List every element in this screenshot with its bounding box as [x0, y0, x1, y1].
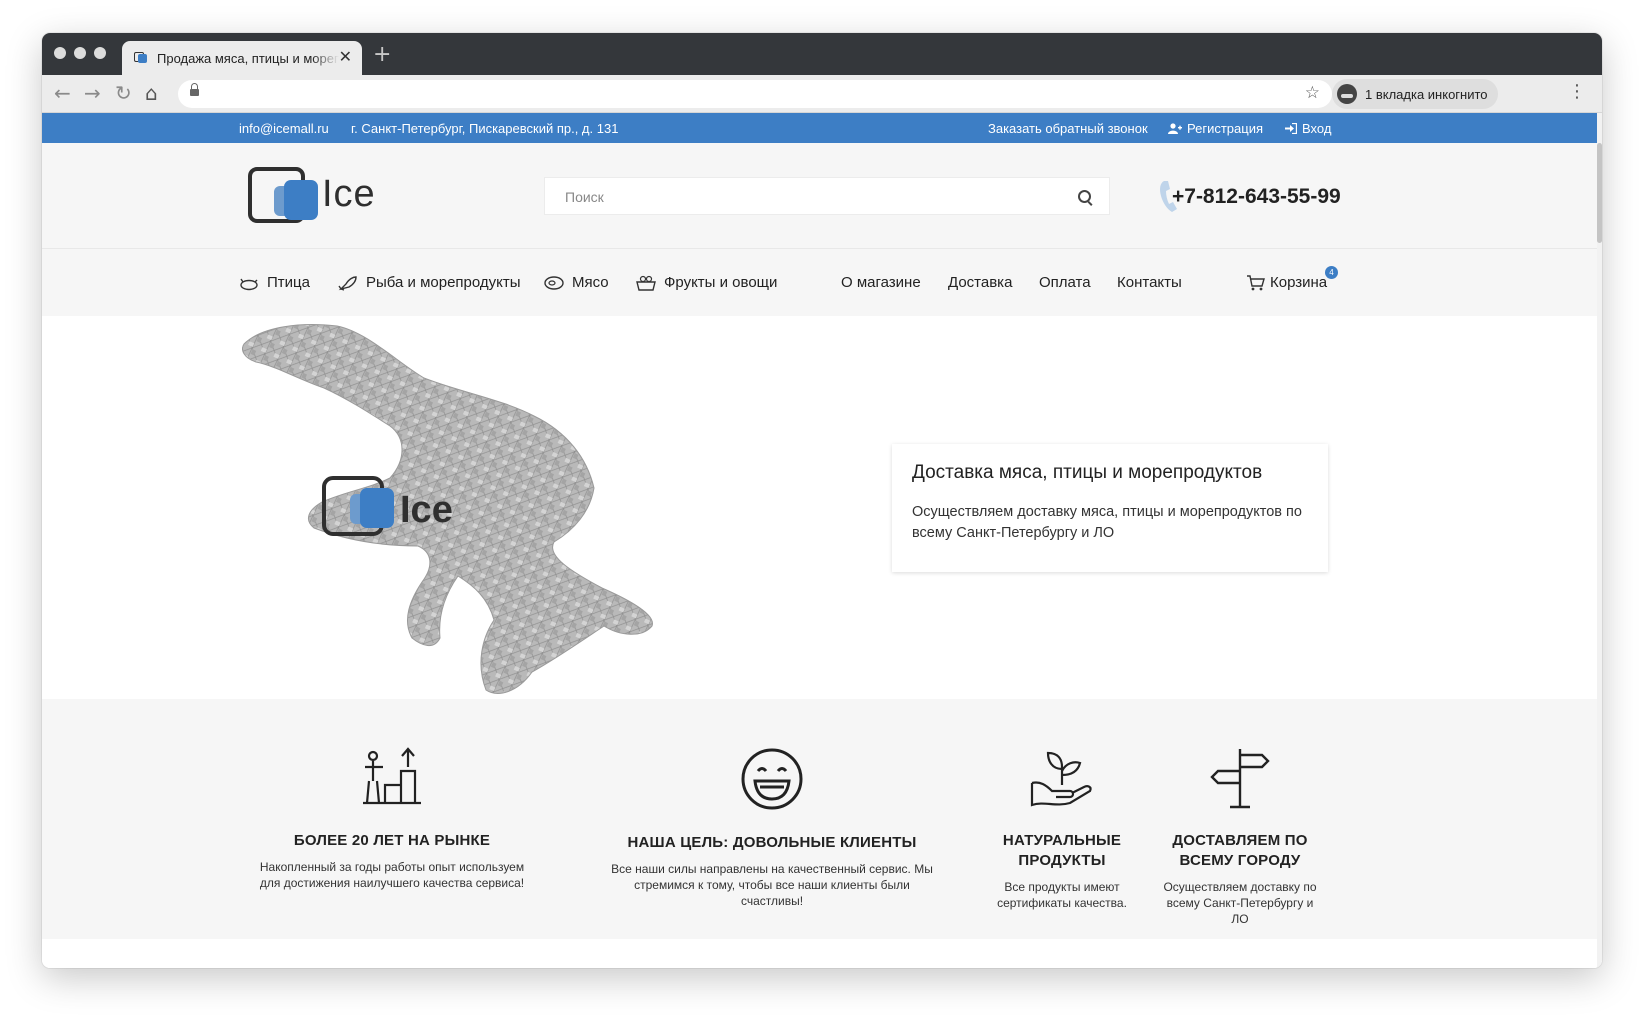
- incognito-indicator[interactable]: 1 вкладка инкогнито: [1332, 79, 1498, 109]
- fish-icon: [338, 275, 357, 291]
- callback-link[interactable]: Заказать обратный звонок: [988, 121, 1148, 136]
- hero-card-text: Осуществляем доставку мяса, птицы и море…: [912, 504, 1302, 541]
- user-plus-icon: [1168, 123, 1182, 134]
- nav-meat[interactable]: Мясо: [544, 274, 609, 291]
- feature-item: НАША ЦЕЛЬ: ДОВОЛЬНЫЕ КЛИЕНТЫ Все наши си…: [607, 747, 937, 909]
- minimize-window-button[interactable]: [74, 47, 86, 59]
- sign-in-icon: [1285, 122, 1298, 135]
- feature-text: Осуществляем доставку по всему Санкт-Пет…: [1163, 880, 1317, 926]
- address-text: г. Санкт-Петербург, Пискаревский пр., д.…: [351, 121, 619, 136]
- feature-text: Все наши силы направлены на качественный…: [611, 862, 933, 908]
- city-map-image: Ice: [242, 324, 653, 694]
- hero-section: Ice Доставка мяса, птицы и морепродуктов…: [42, 316, 1602, 699]
- login-link[interactable]: Вход: [1285, 121, 1331, 136]
- home-icon[interactable]: ⌂: [145, 81, 158, 105]
- scrollbar-thumb[interactable]: [1597, 143, 1602, 243]
- browser-titlebar: Продажа мяса, птицы и морепродуктов ✕ +: [42, 33, 1602, 75]
- login-label: Вход: [1302, 121, 1332, 136]
- growth-stairs-icon: [363, 747, 421, 805]
- nav-about[interactable]: О магазине: [841, 274, 921, 291]
- back-arrow-icon[interactable]: ←: [54, 81, 71, 105]
- search-box: [544, 177, 1110, 216]
- nav-poultry[interactable]: Птица: [239, 274, 310, 291]
- browser-window: Продажа мяса, птицы и морепродуктов ✕ + …: [42, 33, 1602, 968]
- forward-arrow-icon[interactable]: →: [84, 81, 101, 105]
- register-link[interactable]: Регистрация: [1168, 121, 1263, 136]
- nav-fruits-label: Фрукты и овощи: [664, 274, 778, 291]
- logo-text: Ice: [322, 173, 376, 215]
- top-info-bar: info@icemall.ru г. Санкт-Петербург, Писк…: [42, 113, 1602, 143]
- map-logo-text: Ice: [400, 489, 453, 531]
- tab-close-icon[interactable]: ✕: [339, 50, 352, 66]
- register-label: Регистрация: [1187, 121, 1263, 136]
- nav-cart-label: Корзина: [1270, 274, 1328, 291]
- close-window-button[interactable]: [54, 47, 66, 59]
- browser-menu-icon[interactable]: ⋮: [1568, 81, 1586, 102]
- incognito-label: 1 вкладка инкогнито: [1365, 86, 1488, 102]
- main-nav: Птица Рыба и морепродукты Мясо Фрукты и …: [42, 248, 1602, 316]
- feature-item: ДОСТАВЛЯЕМ ПО ВСЕМУ ГОРОДУ Осуществляем …: [1160, 747, 1320, 927]
- site-header: Ice +7-812-643-55-99: [42, 143, 1602, 248]
- cart-icon: [1247, 274, 1265, 290]
- chicken-icon: [240, 278, 258, 290]
- nav-contacts[interactable]: Контакты: [1117, 274, 1182, 291]
- page-scrollbar[interactable]: [1597, 113, 1602, 968]
- nav-delivery[interactable]: Доставка: [948, 274, 1012, 291]
- nav-fruits[interactable]: Фрукты и овощи: [636, 274, 777, 291]
- bookmark-star-icon[interactable]: ☆: [1305, 83, 1320, 103]
- address-bar[interactable]: ☆: [178, 80, 1332, 108]
- nav-payment[interactable]: Оплата: [1039, 274, 1091, 291]
- lock-icon: [190, 83, 199, 96]
- feature-text: Накопленный за годы работы опыт использу…: [259, 860, 525, 890]
- reload-icon[interactable]: ↻: [115, 81, 132, 105]
- favicon-icon: [134, 52, 148, 64]
- nav-cart[interactable]: Корзина: [1246, 274, 1327, 291]
- tab-title: Продажа мяса, птицы и морепродуктов: [157, 50, 339, 66]
- smiley-icon: [741, 748, 803, 810]
- nav-meat-label: Мясо: [572, 274, 609, 291]
- hero-card: Доставка мяса, птицы и морепродуктов Осу…: [892, 444, 1328, 572]
- hero-card-title: Доставка мяса, птицы и морепродуктов: [912, 462, 1263, 483]
- browser-toolbar: ← → ↻ ⌂ ☆ 1 вкладка инкогнито ⋮: [42, 75, 1602, 113]
- incognito-icon: [1337, 84, 1357, 104]
- feature-text: Все продукты имеют сертификаты качества.: [997, 880, 1127, 910]
- search-icon[interactable]: [1078, 190, 1091, 203]
- steak-icon: [544, 275, 564, 290]
- browser-tab[interactable]: Продажа мяса, птицы и морепродуктов ✕: [122, 41, 362, 75]
- search-input[interactable]: [563, 178, 1047, 216]
- signpost-icon: [1210, 749, 1270, 809]
- feature-title: НАША ЦЕЛЬ: ДОВОЛЬНЫЕ КЛИЕНТЫ: [627, 834, 917, 851]
- email-link[interactable]: info@icemall.ru: [239, 121, 329, 136]
- new-tab-button[interactable]: +: [373, 42, 391, 67]
- feature-title: НАТУРАЛЬНЫЕ ПРОДУКТЫ: [1002, 832, 1122, 869]
- nav-fish[interactable]: Рыба и морепродукты: [338, 274, 521, 291]
- feature-title: БОЛЕЕ 20 ЛЕТ НА РЫНКЕ: [293, 832, 491, 849]
- maximize-window-button[interactable]: [94, 47, 106, 59]
- nav-fish-label: Рыба и морепродукты: [366, 274, 521, 291]
- plant-hand-icon: [1030, 751, 1092, 807]
- fruit-basket-icon: [636, 275, 656, 291]
- phone-number[interactable]: +7-812-643-55-99: [1172, 185, 1341, 209]
- nav-poultry-label: Птица: [267, 274, 310, 291]
- feature-item: БОЛЕЕ 20 ЛЕТ НА РЫНКЕ Накопленный за год…: [252, 747, 532, 891]
- cart-count-badge: 4: [1325, 266, 1338, 279]
- feature-title: ДОСТАВЛЯЕМ ПО ВСЕМУ ГОРОДУ: [1172, 832, 1308, 869]
- site-logo[interactable]: Ice: [248, 167, 388, 227]
- feature-item: НАТУРАЛЬНЫЕ ПРОДУКТЫ Все продукты имеют …: [992, 747, 1132, 911]
- page-viewport: info@icemall.ru г. Санкт-Петербург, Писк…: [42, 113, 1602, 968]
- features-section: БОЛЕЕ 20 ЛЕТ НА РЫНКЕ Накопленный за год…: [42, 699, 1602, 939]
